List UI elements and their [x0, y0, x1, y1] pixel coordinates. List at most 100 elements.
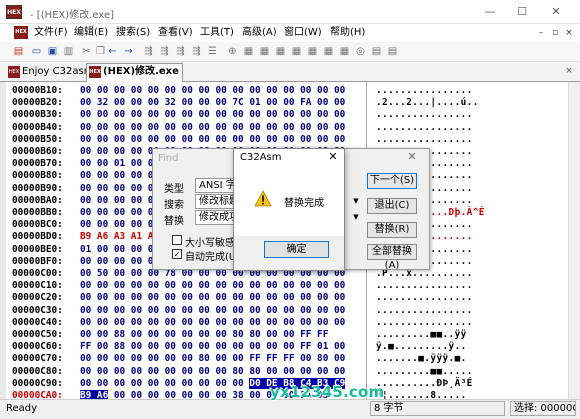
replace-input[interactable]: 修改成功: [195, 210, 235, 225]
hex-address: 00000C60:: [12, 341, 63, 353]
tool3-icon[interactable]: ⇶: [174, 45, 187, 58]
hex-bytes[interactable]: 00 00 00 00 00 00 00 00 00 00 00 00 00 0…: [80, 280, 345, 291]
auto-complete-checkbox[interactable]: ✓: [172, 249, 182, 259]
tab-hex-icon: HEX: [89, 66, 101, 78]
minimize-button[interactable]: —: [480, 4, 500, 20]
menu-search[interactable]: 搜索(S): [116, 27, 150, 39]
ascii-text[interactable]: ................: [376, 292, 473, 303]
app-icon[interactable]: HEX: [6, 5, 22, 19]
menu-view[interactable]: 查看(V): [158, 27, 193, 39]
window-title: - [(HEX)修改.exe]: [30, 10, 114, 21]
open-icon[interactable]: ▭: [30, 45, 43, 58]
ascii-text[interactable]: .2...2...|....ú..: [376, 97, 479, 108]
tool13-icon[interactable]: ▦: [338, 45, 351, 58]
hex-address: 00000B40:: [12, 121, 63, 133]
menu-window[interactable]: 窗口(W): [284, 27, 322, 39]
ascii-text[interactable]: .......■.ÿÿÿ.■.: [376, 353, 467, 364]
tool1-icon[interactable]: ⇶: [142, 45, 155, 58]
mdi-minimize-icon[interactable]: –: [536, 28, 546, 38]
menu-edit[interactable]: 编辑(E): [74, 27, 108, 39]
tool5-icon[interactable]: ☰: [206, 45, 219, 58]
find-next-button[interactable]: 下一个(S): [367, 173, 417, 189]
tool8-icon[interactable]: ▦: [258, 45, 271, 58]
doc-hex-icon[interactable]: HEX: [14, 26, 28, 39]
ascii-text[interactable]: ................: [376, 305, 473, 316]
new-icon[interactable]: ▤: [12, 45, 25, 58]
tool2-icon[interactable]: ⇶: [158, 45, 171, 58]
cut-icon[interactable]: ✂: [80, 45, 93, 58]
menu-file[interactable]: 文件(F): [34, 27, 68, 39]
replace-all-button[interactable]: 全部替换(A): [367, 244, 417, 271]
status-ready: Ready: [6, 403, 38, 414]
tool12-icon[interactable]: ▦: [322, 45, 335, 58]
hex-bytes[interactable]: 00 00 00 00 00 00 00 00 00 00 00 00 00 0…: [80, 122, 345, 133]
message-close-icon[interactable]: ✕: [326, 150, 340, 164]
mdi-restore-icon[interactable]: ▫: [550, 28, 560, 38]
ascii-text[interactable]: ................: [376, 134, 473, 145]
tab-hex-file[interactable]: HEX (HEX)修改.exe: [86, 63, 183, 82]
hex-address: 00000B20:: [12, 97, 63, 109]
exit-button[interactable]: 退出(C): [367, 198, 417, 214]
menu-tools[interactable]: 工具(T): [200, 27, 234, 39]
back-icon[interactable]: ←: [106, 45, 119, 58]
search-input[interactable]: 修改标题: [195, 194, 235, 209]
hex-address: 00000B50:: [12, 133, 63, 145]
hex-address: 00000B30:: [12, 109, 63, 121]
tool11-icon[interactable]: ▦: [306, 45, 319, 58]
tool16-icon[interactable]: ▤: [386, 45, 399, 58]
ascii-text[interactable]: ................: [376, 122, 473, 133]
vertical-scrollbar[interactable]: [568, 82, 580, 399]
type-label: 类型: [164, 184, 184, 195]
maximize-button[interactable]: ☐: [512, 4, 532, 20]
ascii-text[interactable]: ................: [376, 317, 473, 328]
hex-bytes[interactable]: 00 00 00 00 00 00 00 00 00 00 00 00 00 0…: [80, 134, 345, 145]
tab-close-icon[interactable]: ×: [564, 66, 574, 76]
hex-address: 00000B60:: [12, 146, 63, 157]
tool10-icon[interactable]: ▦: [290, 45, 303, 58]
replace-dropdown-icon[interactable]: ▼: [352, 212, 360, 222]
forward-icon[interactable]: →: [122, 45, 135, 58]
tab-enjoy-c32asm[interactable]: HEX Enjoy C32asm: [6, 64, 96, 80]
hex-bytes[interactable]: 00 00 00 00 00 00 00 00 00 00 00 00 00 0…: [80, 85, 345, 96]
case-sensitive-checkbox[interactable]: [172, 235, 182, 245]
ascii-text[interactable]: ..........ÐÞ¸Ä³É: [376, 378, 473, 389]
hex-bytes[interactable]: 00 00 00 00 00 00 00 00 00 00 00 00 00 0…: [80, 109, 345, 120]
hex-address: 00000C10:: [12, 280, 63, 292]
mdi-close-icon[interactable]: ×: [564, 28, 574, 38]
ascii-text[interactable]: .........■■..ÿÿ: [376, 329, 467, 340]
save-icon[interactable]: ▣: [46, 45, 59, 58]
tool15-icon[interactable]: ▤: [370, 45, 383, 58]
type-select[interactable]: ANSI 字符: [195, 178, 235, 193]
save-all-icon[interactable]: ▥: [62, 45, 75, 58]
ascii-text[interactable]: ................: [376, 85, 473, 96]
hex-address: 00000C70:: [12, 353, 63, 365]
hex-bytes[interactable]: FF 00 88 00 00 00 00 00 00 00 00 00 00 F…: [80, 341, 345, 352]
search-dropdown-icon[interactable]: ▼: [352, 196, 360, 206]
ascii-text[interactable]: ................: [376, 109, 473, 120]
menu-help[interactable]: 帮助(H): [330, 27, 365, 39]
hex-bytes[interactable]: 00 00 88 00 00 00 00 00 00 80 80 00 00 F…: [80, 329, 328, 340]
hex-bytes[interactable]: 00 00 00 00 00 00 00 00 00 00 00 00 00 0…: [80, 292, 345, 303]
tool14-icon[interactable]: ◎: [354, 45, 367, 58]
hex-bytes[interactable]: 00 00 00 00 00 00 00 00 00 00 00 00 00 0…: [80, 305, 345, 316]
ascii-text[interactable]: ÿ.■.........ÿ..: [376, 341, 467, 352]
hex-bytes[interactable]: 00 00 00 00 00 00 00 00 00 80 80 00 00 0…: [80, 366, 345, 377]
close-button[interactable]: ✕: [546, 4, 566, 20]
find-close-icon[interactable]: ✕: [404, 150, 420, 164]
tool6-icon[interactable]: ⊕: [226, 45, 239, 58]
hex-bytes[interactable]: 00 00 00 00 00 00 00 00 00 00 00 00 00 0…: [80, 317, 345, 328]
ok-button[interactable]: 确定: [264, 241, 329, 258]
ascii-text[interactable]: .........■■.....: [376, 366, 473, 377]
tool4-icon[interactable]: ⇶: [190, 45, 203, 58]
ascii-text[interactable]: ................: [376, 280, 473, 291]
find-dialog-title: Find: [158, 153, 179, 164]
hex-address: 00000BC0:: [12, 219, 63, 231]
menu-advanced[interactable]: 高级(A): [242, 27, 277, 39]
tool7-icon[interactable]: ▦: [242, 45, 255, 58]
hex-bytes[interactable]: 00 32 00 00 00 32 00 00 00 7C 01 00 00 F…: [80, 97, 345, 108]
tool9-icon[interactable]: ▦: [274, 45, 287, 58]
hex-bytes[interactable]: 00 00 00 00 00 00 00 80 00 00 FF FF FF 0…: [80, 353, 345, 364]
hex-address: 00000B10:: [12, 85, 63, 96]
replace-button[interactable]: 替换(R): [367, 222, 417, 238]
warning-icon: [254, 190, 272, 207]
